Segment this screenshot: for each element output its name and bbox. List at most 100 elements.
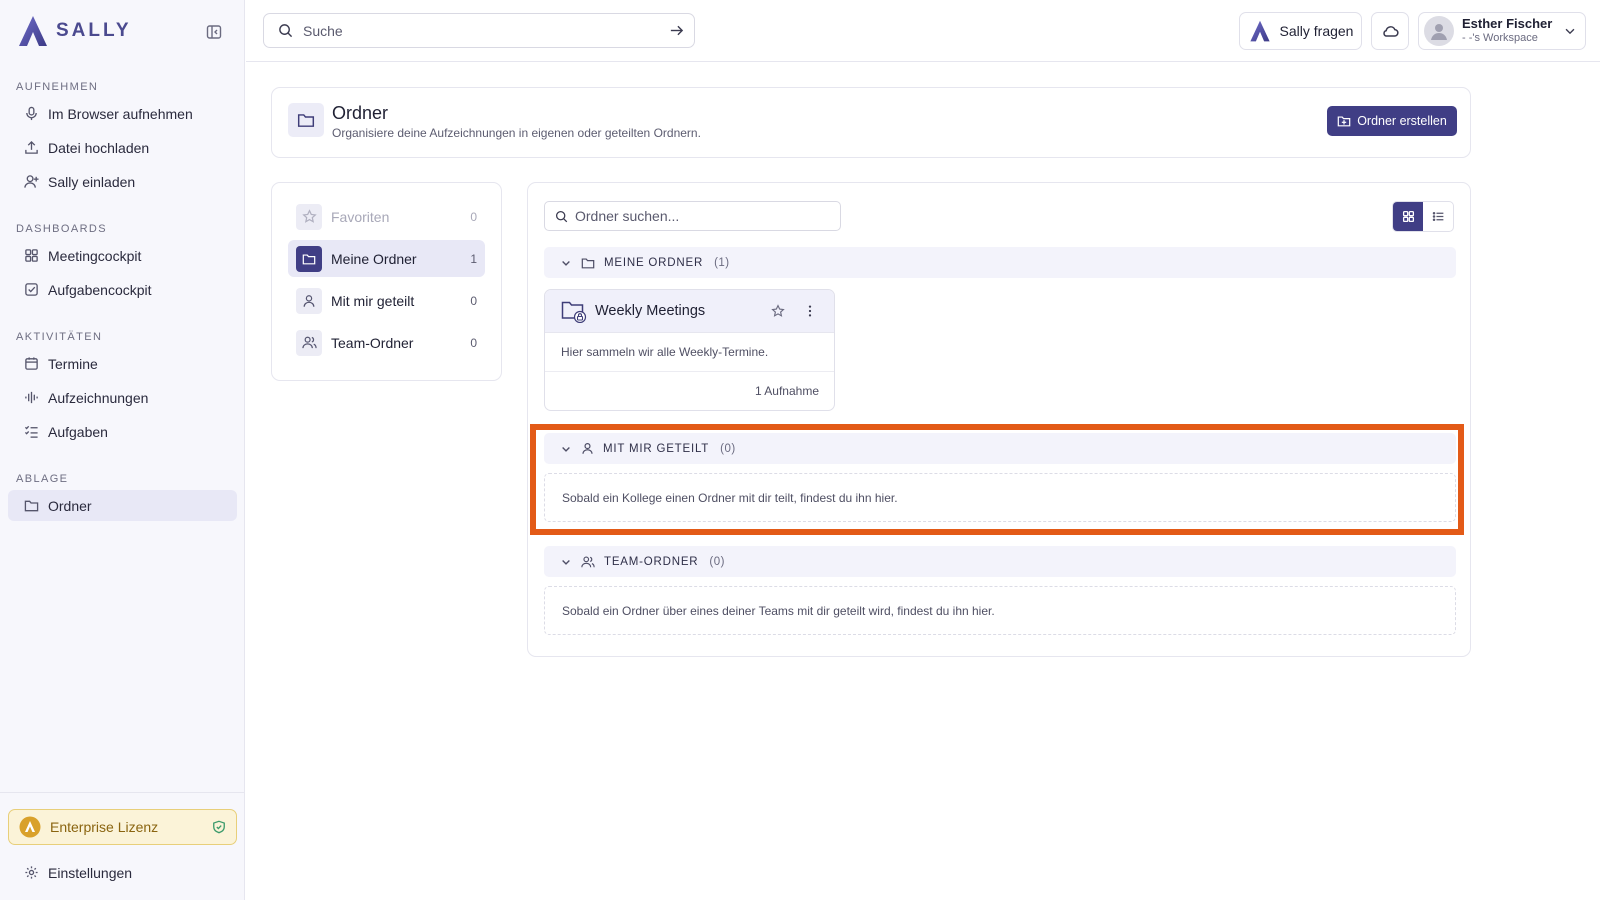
filter-shared-with-me[interactable]: Mit mir geteilt 0	[288, 282, 485, 319]
sidebar-collapse-icon	[206, 25, 222, 39]
sidebar-item-label: Im Browser aufnehmen	[48, 105, 193, 122]
audio-wave-icon	[25, 391, 38, 404]
ask-sally-label: Sally fragen	[1279, 23, 1354, 39]
page-title: Ordner	[332, 103, 389, 123]
license-badge[interactable]: Enterprise Lizenz	[8, 809, 237, 845]
group-header-team-folders[interactable]: TEAM-ORDNER (0)	[544, 546, 1456, 577]
chevron-down-icon	[562, 260, 570, 266]
check-square-icon	[25, 283, 38, 296]
filter-label: Meine Ordner	[331, 250, 417, 267]
folder-card-header: Weekly Meetings	[545, 290, 834, 333]
sidebar-item-label: Meetingcockpit	[48, 247, 142, 264]
search-icon	[279, 24, 293, 38]
folder-search[interactable]	[544, 201, 841, 231]
sidebar-item-meetingcockpit[interactable]: Meetingcockpit	[8, 240, 237, 271]
gear-icon	[25, 866, 38, 879]
chevron-down-icon	[562, 446, 570, 452]
grid-view-button[interactable]	[1393, 202, 1423, 231]
shield-check-icon	[213, 820, 225, 834]
page-folder-icon-box	[288, 103, 324, 137]
sidebar-item-upload[interactable]: Datei hochladen	[8, 132, 237, 163]
sidebar-item-label: Termine	[48, 355, 98, 372]
folder-content-panel: MEINE ORDNER (1) Weekly Meetings Hier sa…	[527, 182, 1471, 657]
section-title-dashboards: DASHBOARDS	[16, 223, 108, 235]
workspace-name: - -'s Workspace	[1462, 32, 1538, 45]
filter-label: Favoriten	[331, 208, 390, 225]
filter-count: 1	[470, 251, 477, 266]
folder-card[interactable]: Weekly Meetings Hier sammeln wir alle We…	[544, 289, 835, 411]
search-input[interactable]	[303, 22, 659, 39]
empty-state-team: Sobald ein Ordner über eines deiner Team…	[544, 586, 1456, 635]
users-icon	[296, 329, 322, 356]
sidebar-item-label: Sally einladen	[48, 173, 136, 190]
user-icon	[296, 287, 322, 314]
sidebar-item-label: Einstellungen	[48, 864, 133, 881]
cloud-icon	[1383, 26, 1399, 37]
sidebar-item-label: Datei hochladen	[48, 139, 150, 156]
global-search[interactable]	[263, 13, 695, 48]
star-icon	[296, 203, 322, 230]
brand-logo[interactable]: SALLY	[16, 14, 132, 48]
folder-name: Weekly Meetings	[595, 303, 706, 319]
filter-my-folders[interactable]: Meine Ordner 1	[288, 240, 485, 277]
list-icon	[1432, 211, 1443, 222]
folder-search-input[interactable]	[575, 208, 830, 224]
filter-count: 0	[470, 209, 477, 224]
favorite-star-button[interactable]	[766, 299, 790, 323]
users-icon	[581, 556, 595, 567]
group-title: MEINE ORDNER	[604, 256, 704, 269]
page-subtitle: Organisiere deine Aufzeichnungen in eige…	[332, 126, 701, 140]
folder-description: Hier sammeln wir alle Weekly-Termine.	[545, 333, 834, 372]
grid-icon	[25, 249, 38, 262]
user-name: Esther Fischer	[1462, 16, 1553, 32]
sidebar-item-label: Aufgabencockpit	[48, 281, 152, 298]
license-label: Enterprise Lizenz	[50, 819, 159, 835]
view-toggle	[1392, 201, 1454, 232]
folder-icon	[24, 500, 39, 512]
section-title-aufnehmen: AUFNEHMEN	[16, 81, 99, 93]
cloud-button[interactable]	[1371, 12, 1409, 50]
sidebar-item-settings[interactable]: Einstellungen	[8, 857, 237, 888]
arrow-right-icon[interactable]	[669, 23, 684, 38]
calendar-icon	[25, 357, 38, 370]
grid-icon	[1402, 210, 1414, 223]
chevron-down-icon	[562, 559, 570, 565]
sidebar-item-invite-sally[interactable]: Sally einladen	[8, 166, 237, 197]
list-view-button[interactable]	[1423, 202, 1453, 231]
search-icon	[555, 210, 568, 222]
group-count: (0)	[720, 442, 736, 455]
folder-filter-panel: Favoriten 0 Meine Ordner 1 Mit mir getei…	[271, 182, 502, 381]
create-folder-button[interactable]: Ordner erstellen	[1327, 106, 1457, 136]
collapse-sidebar-button[interactable]	[200, 21, 228, 43]
folder-more-button[interactable]	[798, 299, 822, 323]
empty-state-shared: Sobald ein Kollege einen Ordner mit dir …	[544, 473, 1456, 522]
sidebar-item-aufgabencockpit[interactable]: Aufgabencockpit	[8, 274, 237, 305]
top-bar: Sally fragen Esther Fischer - -'s Worksp…	[246, 0, 1600, 62]
group-count: (1)	[714, 256, 730, 269]
star-icon	[771, 304, 785, 317]
sidebar-item-termine[interactable]: Termine	[8, 348, 237, 379]
avatar	[1424, 16, 1454, 46]
ask-sally-button[interactable]: Sally fragen	[1239, 12, 1362, 50]
microphone-icon	[26, 106, 37, 121]
sidebar-item-aufgaben[interactable]: Aufgaben	[8, 416, 237, 447]
filter-team-folders[interactable]: Team-Ordner 0	[288, 324, 485, 361]
filter-favorites[interactable]: Favoriten 0	[288, 198, 485, 235]
sidebar-item-aufzeichnungen[interactable]: Aufzeichnungen	[8, 382, 237, 413]
section-title-aktivitaeten: AKTIVITÄTEN	[16, 331, 103, 343]
group-title: MIT MIR GETEILT	[603, 442, 710, 455]
user-plus-icon	[24, 175, 39, 188]
sally-logo-icon	[19, 16, 47, 46]
sidebar: SALLY AUFNEHMEN Im Browser aufnehmen Dat…	[0, 0, 245, 900]
chevron-down-icon	[1565, 28, 1575, 35]
section-title-ablage: ABLAGE	[16, 473, 69, 485]
group-header-my-folders[interactable]: MEINE ORDNER (1)	[544, 247, 1456, 278]
sidebar-item-browser-record[interactable]: Im Browser aufnehmen	[8, 98, 237, 129]
sidebar-item-ordner[interactable]: Ordner	[8, 490, 237, 521]
brand-name: SALLY	[56, 20, 132, 41]
sally-logo-icon	[1249, 20, 1270, 42]
group-count: (0)	[709, 555, 725, 568]
user-menu-button[interactable]: Esther Fischer - -'s Workspace	[1418, 12, 1586, 50]
group-header-shared-with-me[interactable]: MIT MIR GETEILT (0)	[544, 433, 1456, 464]
folder-recording-count: 1 Aufnahme	[754, 384, 819, 398]
